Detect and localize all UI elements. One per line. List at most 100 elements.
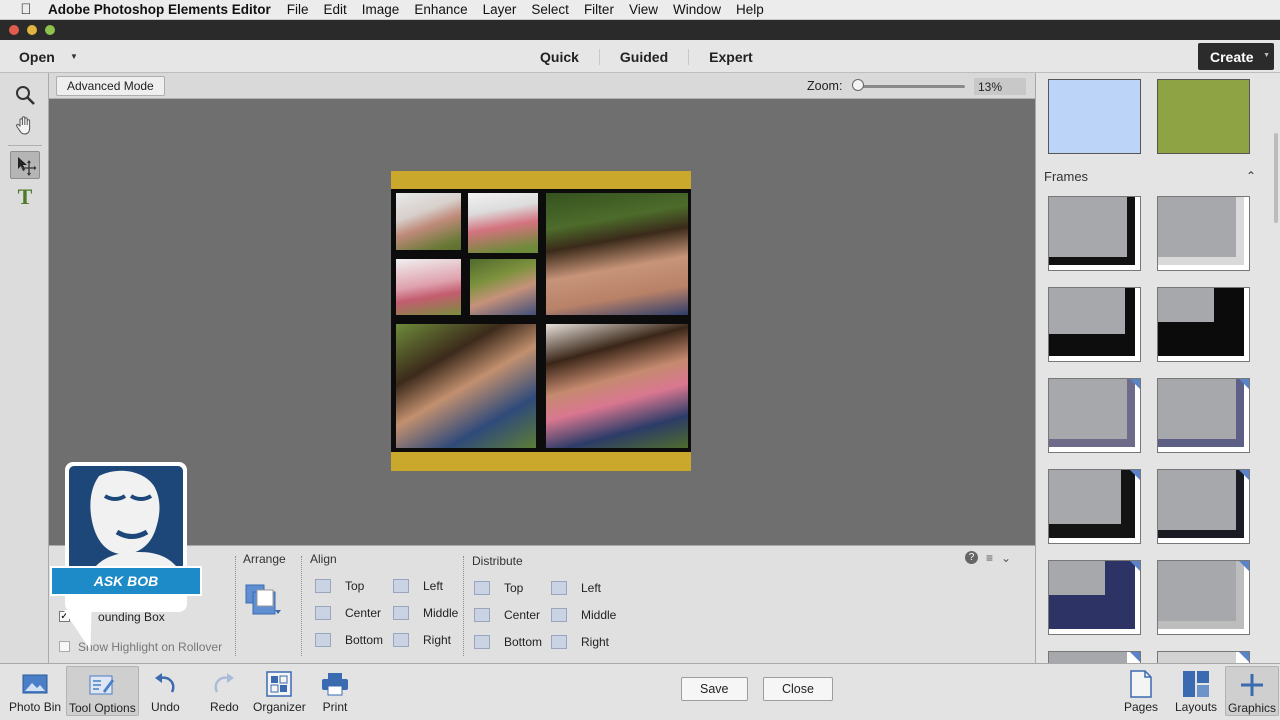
align-heading: Align (310, 552, 337, 566)
zoom-tool[interactable] (10, 81, 40, 109)
panel-menu-icon[interactable]: ≡ (986, 551, 993, 565)
panel-divider (301, 556, 302, 656)
undo-icon (155, 673, 175, 693)
frame-thumbnail-10[interactable] (1157, 560, 1250, 635)
close-button[interactable]: Close (763, 677, 833, 701)
panel-scrollbar[interactable] (1274, 133, 1278, 223)
menu-help[interactable]: Help (736, 2, 764, 17)
organizer-button[interactable]: Organizer (253, 668, 306, 714)
tab-quick[interactable]: Quick (520, 48, 600, 65)
zoom-slider-track[interactable] (855, 85, 965, 88)
layouts-label: Layouts (1175, 700, 1218, 714)
menu-edit[interactable]: Edit (324, 2, 347, 17)
save-button[interactable]: Save (681, 677, 748, 701)
layouts-button[interactable]: Layouts (1175, 668, 1217, 714)
align-bottom-option[interactable]: Bottom (315, 633, 383, 647)
frame-thumbnail-3[interactable] (1048, 287, 1141, 362)
background-swatch-blue[interactable] (1048, 79, 1141, 154)
align-right-option[interactable]: Right (393, 633, 451, 647)
frame-thumbnail-8[interactable] (1157, 469, 1250, 544)
redo-label: Redo (210, 700, 239, 714)
zoom-value-field[interactable]: 13% (974, 78, 1026, 95)
align-left-option[interactable]: Left (393, 579, 443, 593)
arrange-stack-icon[interactable] (245, 584, 281, 618)
pages-button[interactable]: Pages (1124, 668, 1158, 714)
collapse-panel-icon[interactable]: ⌄ (1001, 551, 1011, 565)
distribute-top-label: Top (504, 581, 524, 595)
menu-view[interactable]: View (629, 2, 658, 17)
menu-image[interactable]: Image (362, 2, 400, 17)
frame-thumbnail-2[interactable] (1157, 196, 1250, 271)
frame-thumbnail-7[interactable] (1048, 469, 1141, 544)
distribute-middle-option[interactable]: Middle (551, 608, 616, 622)
frame-thumbnail-4[interactable] (1157, 287, 1250, 362)
frame-thumbnail-1[interactable] (1048, 196, 1141, 271)
distribute-center-label: Center (504, 608, 541, 622)
align-center-icon (315, 606, 331, 620)
distribute-center-icon (474, 608, 490, 622)
app-name-menu[interactable]: Adobe Photoshop Elements Editor (48, 2, 271, 17)
advanced-mode-button[interactable]: Advanced Mode (56, 76, 165, 96)
distribute-right-label: Right (581, 635, 610, 649)
frames-heading: Frames (1044, 169, 1089, 184)
align-top-option[interactable]: Top (315, 579, 364, 593)
menu-layer[interactable]: Layer (483, 2, 517, 17)
tab-expert[interactable]: Expert (689, 49, 773, 65)
distribute-left-option[interactable]: Left (551, 581, 601, 595)
open-button[interactable]: Open (19, 49, 55, 65)
panel-divider (463, 556, 464, 656)
align-middle-label: Middle (423, 606, 459, 620)
collage-photo-1[interactable] (396, 193, 461, 250)
align-center-option[interactable]: Center (315, 606, 381, 620)
zoom-window-icon[interactable] (45, 25, 55, 35)
align-middle-option[interactable]: Middle (393, 606, 458, 620)
open-dropdown-caret-icon[interactable]: ▼ (70, 52, 78, 61)
align-bottom-label: Bottom (345, 633, 384, 647)
apple-menu-icon[interactable]:  (16, 1, 36, 18)
print-button[interactable]: Print (321, 668, 349, 714)
chevron-up-icon[interactable]: ⌃ (1246, 169, 1256, 183)
collage-photo-6[interactable] (396, 324, 536, 448)
align-right-label: Right (423, 633, 452, 647)
organizer-label: Organizer (253, 700, 306, 714)
tool-options-button[interactable]: Tool Options (66, 666, 139, 716)
collage-photo-7[interactable] (546, 324, 688, 448)
menu-window[interactable]: Window (673, 2, 721, 17)
distribute-right-option[interactable]: Right (551, 635, 609, 649)
layouts-icon (1183, 671, 1210, 697)
hand-tool[interactable] (10, 111, 40, 139)
align-bottom-icon (315, 633, 331, 647)
menu-select[interactable]: Select (531, 2, 569, 17)
collage-photo-3[interactable] (396, 259, 461, 315)
background-swatch-green[interactable] (1157, 79, 1250, 154)
collage-photo-4[interactable] (470, 259, 536, 315)
create-button[interactable]: Create ▼ (1198, 43, 1274, 70)
collage-document[interactable] (391, 171, 691, 471)
speech-tail (63, 610, 105, 650)
distribute-bottom-option[interactable]: Bottom (474, 635, 542, 649)
frame-thumbnail-5[interactable] (1048, 378, 1141, 453)
frame-thumbnail-6[interactable] (1157, 378, 1250, 453)
redo-button[interactable]: Redo (210, 668, 239, 714)
create-dropdown-caret-icon: ▼ (1263, 52, 1270, 59)
menu-enhance[interactable]: Enhance (414, 2, 467, 17)
frame-thumbnail-9[interactable] (1048, 560, 1141, 635)
move-tool[interactable] (10, 151, 40, 179)
minimize-window-icon[interactable] (27, 25, 37, 35)
move-arrow-icon (18, 157, 36, 176)
type-tool[interactable]: T (10, 183, 40, 211)
close-window-icon[interactable] (9, 25, 19, 35)
menu-file[interactable]: File (287, 2, 309, 17)
panel-divider (235, 556, 236, 656)
distribute-top-option[interactable]: Top (474, 581, 523, 595)
graphics-button[interactable]: Graphics (1225, 666, 1280, 716)
undo-button[interactable]: Undo (151, 668, 180, 714)
menu-filter[interactable]: Filter (584, 2, 614, 17)
collage-photo-5[interactable] (546, 193, 688, 315)
zoom-slider-handle[interactable] (852, 79, 864, 91)
tab-guided[interactable]: Guided (600, 48, 690, 65)
photo-bin-button[interactable]: Photo Bin (9, 668, 61, 714)
collage-photo-2[interactable] (468, 193, 538, 253)
distribute-center-option[interactable]: Center (474, 608, 540, 622)
help-icon[interactable]: ? (965, 551, 978, 564)
